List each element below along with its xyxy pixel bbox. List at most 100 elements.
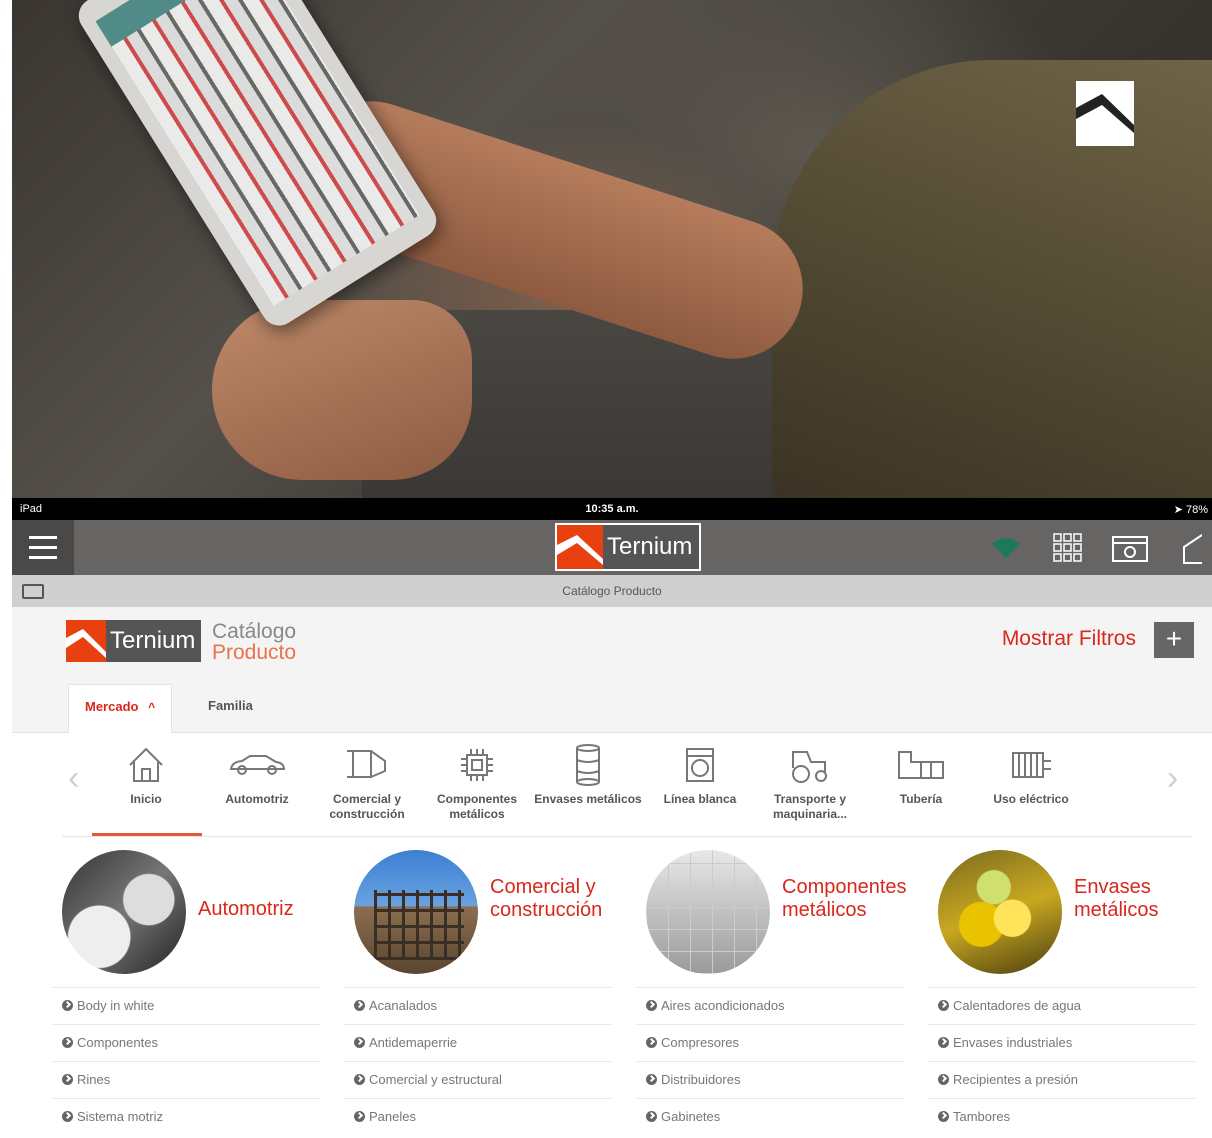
list-item[interactable]: Rines (52, 1061, 320, 1098)
arrow-circle-icon (938, 1037, 949, 1048)
category-thumbnail[interactable] (646, 850, 770, 974)
list-item[interactable]: Body in white (52, 987, 320, 1024)
photo-hand (212, 300, 472, 480)
list-item[interactable]: Distribuidores (636, 1061, 904, 1098)
list-item[interactable]: Recipientes a presión (928, 1061, 1196, 1098)
market-carousel: ‹ Inicio Automotriz Comercial y construc… (12, 733, 1212, 837)
carousel-prev-icon[interactable]: ‹ (68, 759, 79, 798)
category-componentes: Componentes metálicos Aires acondicionad… (636, 837, 907, 1135)
category-comercial: Comercial y construcción Acanalados Anti… (344, 837, 612, 1135)
hero-photo (12, 0, 1212, 498)
list-item[interactable]: Paneles (344, 1098, 612, 1135)
market-item-inicio[interactable]: Inicio (91, 743, 201, 807)
category-automotriz: Automotriz Body in white Componentes Rin… (52, 837, 320, 1135)
list-item[interactable]: Comercial y estructural (344, 1061, 612, 1098)
tab-familia-label: Familia (208, 698, 253, 713)
ternium-mark-icon (557, 525, 603, 569)
catalog-title: Catálogo Producto (212, 621, 296, 663)
arrow-circle-icon (938, 1111, 949, 1122)
market-item-envases[interactable]: Envases metálicos (533, 743, 643, 807)
arrow-circle-icon (646, 1111, 657, 1122)
market-item-automotriz[interactable]: Automotriz (202, 743, 312, 807)
market-item-comercial[interactable]: Comercial y construcción (312, 743, 422, 822)
pipe-icon (866, 743, 976, 787)
home-icon[interactable] (1172, 528, 1212, 568)
arrow-circle-icon (354, 1037, 365, 1048)
market-item-linea-blanca[interactable]: Línea blanca (645, 743, 755, 807)
list-item[interactable]: Componentes (52, 1024, 320, 1061)
grid-icon[interactable] (1048, 528, 1088, 568)
category-thumbnail[interactable] (938, 850, 1062, 974)
photo-sleeve (772, 60, 1212, 498)
category-envases: Envases metálicos Calentadores de agua E… (928, 837, 1196, 1135)
catalog-brand: Ternium (110, 627, 196, 654)
tab-mercado-label: Mercado (85, 699, 139, 714)
catalog-title-line2: Producto (212, 641, 297, 664)
subheader-title: Catálogo Producto (562, 584, 662, 598)
carousel-next-icon[interactable]: › (1167, 759, 1178, 798)
arrow-circle-icon (646, 1037, 657, 1048)
arrow-circle-icon (354, 1111, 365, 1122)
navbar-brand: Ternium (607, 533, 693, 560)
market-item-uso-electrico[interactable]: Uso eléctrico (976, 743, 1086, 807)
arrow-circle-icon (62, 1111, 73, 1122)
status-bar: iPad 10:35 a.m. ➤ 78% (12, 498, 1212, 520)
photo-tablet (72, 0, 443, 333)
pane-toggle-icon[interactable] (22, 584, 44, 599)
tab-bar: Mercado ^ Familia (12, 679, 1212, 733)
list-item[interactable]: Aires acondicionados (636, 987, 904, 1024)
list-item[interactable]: Calentadores de agua (928, 987, 1196, 1024)
arrow-circle-icon (354, 1074, 365, 1085)
beam-icon (312, 743, 422, 787)
chip-icon (422, 743, 532, 787)
subheader: Catálogo Producto (12, 575, 1212, 607)
barrel-icon (533, 743, 643, 787)
list-item[interactable]: Envases industriales (928, 1024, 1196, 1061)
category-title[interactable]: Envases metálicos (1074, 876, 1184, 922)
market-label: Transporte y maquinaria... (772, 792, 848, 821)
market-label: Uso eléctrico (993, 792, 1069, 806)
list-item[interactable]: Compresores (636, 1024, 904, 1061)
market-item-transporte[interactable]: Transporte y maquinaria... (755, 743, 865, 822)
catalog-header: Ternium Catálogo Producto Mostrar Filtro… (12, 607, 1212, 679)
house-icon (91, 743, 201, 787)
list-item[interactable]: Sistema motriz (52, 1098, 320, 1135)
category-title[interactable]: Automotriz (198, 898, 294, 921)
category-thumbnail[interactable] (354, 850, 478, 974)
arrow-circle-icon (646, 1000, 657, 1011)
market-label: Automotriz (225, 792, 289, 806)
market-label: Inicio (130, 792, 162, 806)
app-navbar: Ternium (12, 520, 1212, 575)
ternium-mark-icon (66, 620, 106, 662)
list-item[interactable]: Gabinetes (636, 1098, 904, 1135)
car-icon (202, 743, 312, 787)
arrow-circle-icon (646, 1074, 657, 1085)
category-title[interactable]: Comercial y construcción (490, 876, 620, 922)
list-item[interactable]: Acanalados (344, 987, 612, 1024)
list-item[interactable]: Antidemaperrie (344, 1024, 612, 1061)
menu-icon[interactable] (12, 520, 74, 575)
gallery-icon[interactable] (1110, 528, 1150, 568)
chevron-up-icon: ^ (148, 700, 156, 714)
arrow-circle-icon (62, 1037, 73, 1048)
catalog-title-line1: Catálogo (212, 620, 297, 643)
tractor-icon (755, 743, 865, 787)
catalog-logo: Ternium (66, 620, 201, 662)
show-filters-link[interactable]: Mostrar Filtros (1002, 627, 1136, 651)
category-title[interactable]: Componentes metálicos (782, 876, 922, 922)
navbar-logo[interactable]: Ternium (555, 523, 701, 571)
arrow-circle-icon (62, 1074, 73, 1085)
market-item-tuberia[interactable]: Tubería (866, 743, 976, 807)
market-label: Envases metálicos (534, 792, 642, 806)
arrow-circle-icon (938, 1074, 949, 1085)
list-item[interactable]: Tambores (928, 1098, 1196, 1135)
category-thumbnail[interactable] (62, 850, 186, 974)
tab-familia[interactable]: Familia (192, 684, 269, 733)
market-item-componentes[interactable]: Componentes metálicos (422, 743, 532, 822)
battery-label: ➤ 78% (1173, 503, 1208, 516)
market-label: Línea blanca (663, 792, 737, 806)
ternium-logo-mark (1076, 81, 1134, 146)
market-label: Comercial y construcción (329, 792, 405, 821)
add-filter-button[interactable]: + (1154, 622, 1194, 658)
tab-mercado[interactable]: Mercado ^ (68, 684, 173, 733)
